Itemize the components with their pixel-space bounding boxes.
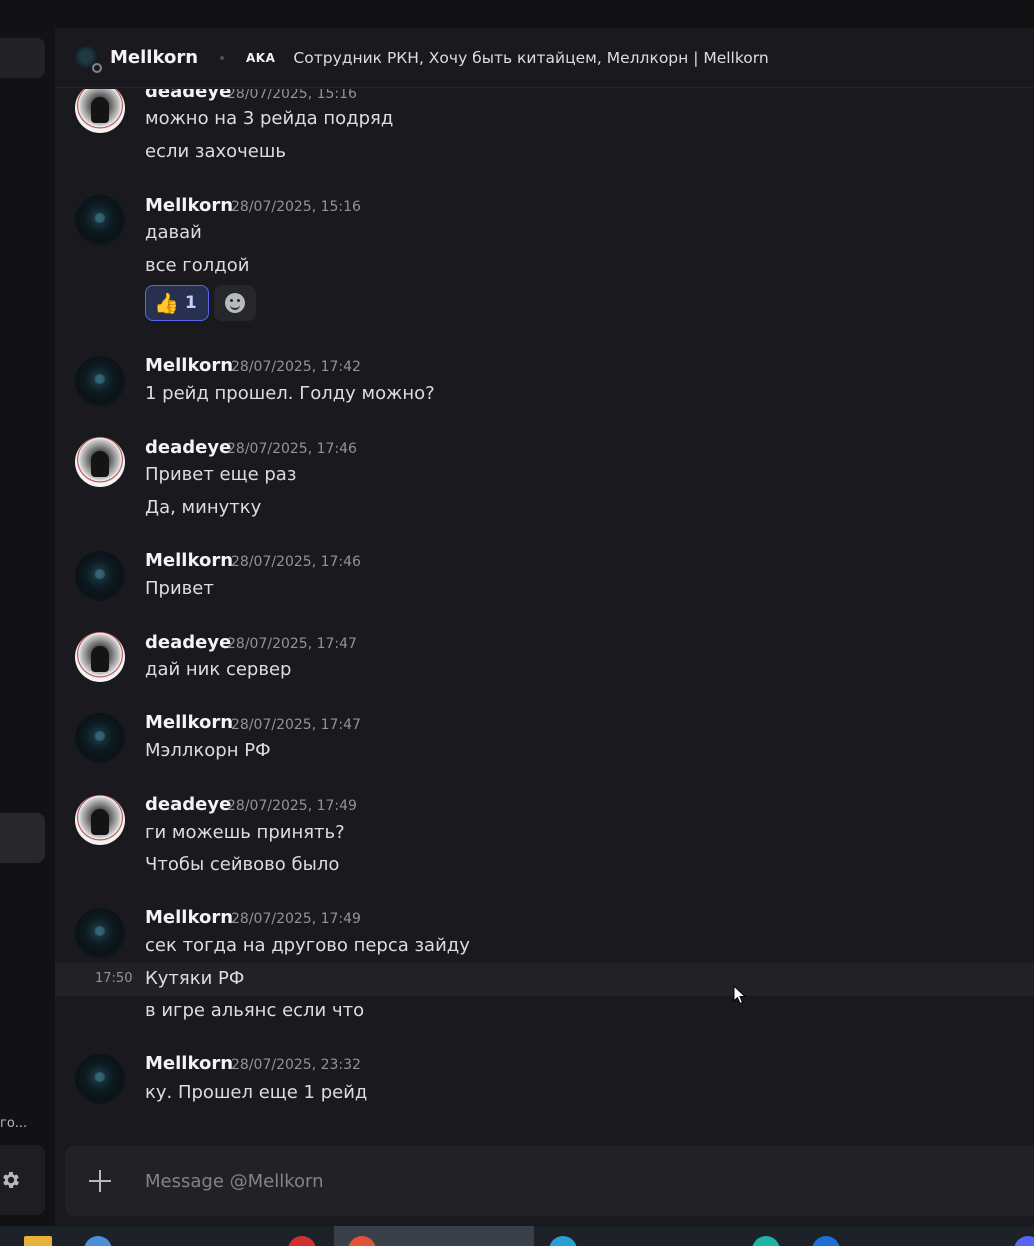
taskbar-app-icon[interactable] — [812, 1236, 840, 1246]
taskbar-app-icon[interactable] — [84, 1236, 112, 1246]
message-input[interactable] — [145, 1170, 965, 1192]
message-timestamp: 28/07/2025, 17:49 — [231, 911, 361, 927]
thumbs-up-icon: 👍 — [154, 291, 179, 315]
avatar[interactable] — [75, 356, 125, 406]
avatar[interactable] — [75, 195, 125, 245]
sidebar-user-status-text: го... — [0, 1116, 28, 1131]
message-timestamp: 28/07/2025, 17:47 — [231, 717, 361, 733]
dm-username[interactable]: Mellkorn — [110, 47, 198, 68]
sidebar-item-active-dm[interactable] — [0, 813, 45, 863]
reaction-count: 1 — [184, 293, 197, 313]
message-text: Привет еще раз — [145, 464, 297, 485]
message-author[interactable]: deadeye — [145, 437, 231, 458]
telegram-icon[interactable] — [549, 1236, 577, 1246]
header-separator — [220, 55, 225, 60]
message-author[interactable]: Mellkorn — [145, 1053, 233, 1074]
message-author[interactable]: Mellkorn — [145, 712, 233, 733]
avatar[interactable] — [75, 908, 125, 958]
hover-timestamp: 17:50 — [95, 971, 133, 986]
avatar[interactable] — [75, 551, 125, 601]
avatar[interactable] — [75, 713, 125, 763]
message-text: дай ник сервер — [145, 659, 292, 680]
message-text: сек тогда на другово перса зайду — [145, 935, 470, 956]
avatar[interactable] — [75, 795, 125, 845]
avatar[interactable] — [75, 1054, 125, 1104]
file-explorer-icon[interactable] — [24, 1236, 52, 1246]
avatar[interactable] — [75, 632, 125, 682]
status-indicator — [92, 62, 102, 73]
message-author[interactable]: deadeye — [145, 632, 231, 653]
message-author[interactable]: deadeye — [145, 794, 231, 815]
gear-icon[interactable] — [0, 1169, 22, 1191]
message-text: в игре альянс если что — [145, 1000, 365, 1021]
message-text: 1 рейд прошел. Голду можно? — [145, 383, 435, 404]
smiley-icon — [225, 293, 245, 313]
message-text: если захочешь — [145, 141, 286, 162]
message-text: ку. Прошел еще 1 рейд — [145, 1082, 368, 1103]
message-author[interactable]: Mellkorn — [145, 550, 233, 571]
message-text: Да, минутку — [145, 497, 262, 518]
message-text: ги можешь принять? — [145, 822, 345, 843]
message-timestamp: 28/07/2025, 17:49 — [227, 798, 357, 814]
message-timestamp: 28/07/2025, 15:16 — [231, 199, 361, 215]
message-text: Привет — [145, 578, 214, 599]
opera-icon[interactable] — [288, 1236, 316, 1246]
plus-icon[interactable] — [87, 1168, 113, 1194]
message-text: можно на 3 рейда подряд — [145, 108, 394, 129]
message-timestamp: 28/07/2025, 23:32 — [231, 1057, 361, 1073]
message-timestamp: 28/07/2025, 17:46 — [231, 554, 361, 570]
message-text: давай — [145, 222, 202, 243]
message-timestamp: 28/07/2025, 17:42 — [231, 359, 361, 375]
reaction-thumbs-up[interactable]: 👍 1 — [145, 285, 209, 321]
message-author[interactable]: Mellkorn — [145, 355, 233, 376]
os-taskbar — [0, 1226, 1034, 1246]
mouse-cursor-icon — [733, 985, 747, 1005]
message-author[interactable]: Mellkorn — [145, 907, 233, 928]
message-composer — [65, 1146, 1034, 1216]
message-text: Мэллкорн РФ — [145, 740, 271, 761]
message-author[interactable]: deadeye — [145, 89, 231, 102]
avatar[interactable] — [75, 89, 125, 133]
avatar[interactable] — [75, 437, 125, 487]
aka-label: AKA — [246, 50, 276, 65]
message-author[interactable]: Mellkorn — [145, 195, 233, 216]
taskbar-app-icon[interactable] — [752, 1236, 780, 1246]
dm-header: Mellkorn AKA Сотрудник РКН, Хочу быть ки… — [55, 28, 1034, 88]
sidebar-search-slot[interactable] — [0, 38, 45, 78]
discord-icon[interactable] — [1014, 1236, 1034, 1246]
message-timestamp: 28/07/2025, 17:47 — [227, 636, 357, 652]
sidebar: го... — [0, 28, 55, 1226]
header-avatar[interactable] — [75, 45, 102, 73]
message-text: Чтобы сейвово было — [145, 854, 340, 875]
message-list[interactable]: deadeye 28/07/2025, 15:16 можно на 3 рей… — [55, 89, 1034, 1145]
message-text: все голдой — [145, 255, 250, 276]
add-reaction-button[interactable] — [214, 285, 256, 321]
message-timestamp: 28/07/2025, 15:16 — [227, 89, 357, 102]
message-timestamp: 28/07/2025, 17:46 — [227, 441, 357, 457]
composer-area — [55, 1145, 1034, 1226]
message-text: Кутяки РФ — [145, 968, 245, 989]
aka-names: Сотрудник РКН, Хочу быть китайцем, Меллк… — [293, 48, 769, 67]
window-top-bar — [0, 0, 1034, 28]
